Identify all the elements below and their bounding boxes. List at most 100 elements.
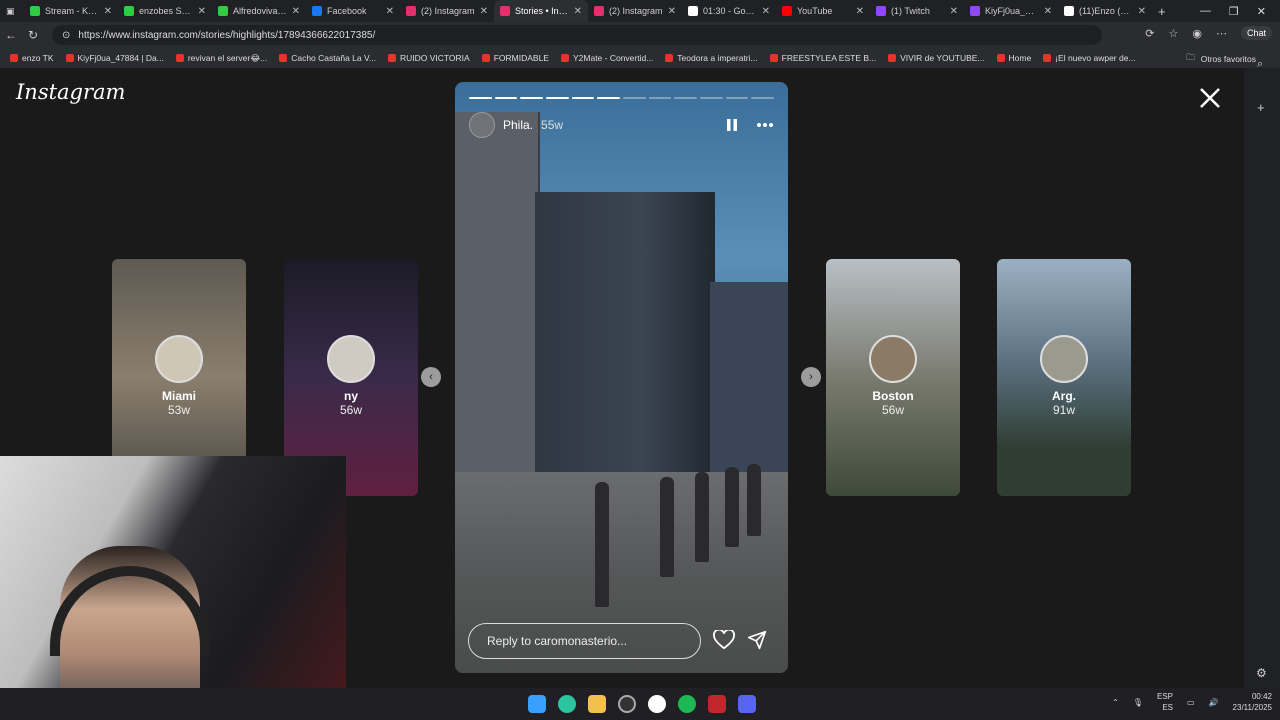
heart-icon[interactable] bbox=[713, 630, 735, 650]
highlight-card[interactable]: Boston 56w bbox=[826, 259, 960, 496]
close-tab-icon[interactable]: ✕ bbox=[292, 6, 300, 17]
close-tab-icon[interactable]: ✕ bbox=[1044, 6, 1052, 17]
avatar[interactable] bbox=[469, 112, 495, 138]
browser-tab[interactable]: (11)Enzo (@er ✕ bbox=[1058, 0, 1152, 22]
favorites-icon[interactable]: ☆ bbox=[1169, 27, 1179, 40]
discord-icon[interactable] bbox=[738, 695, 756, 713]
other-favorites-link[interactable]: Otros favoritos bbox=[1201, 54, 1256, 64]
bookmark-favicon-icon bbox=[888, 54, 897, 62]
network-icon[interactable]: ▭ bbox=[1187, 698, 1195, 707]
story-progress-bar bbox=[469, 97, 775, 99]
spotify-icon[interactable] bbox=[678, 695, 696, 713]
story-media[interactable]: Phila. 55w Reply to caromonasterio... bbox=[455, 82, 788, 673]
tab-favicon-icon bbox=[594, 6, 604, 16]
maximize-icon[interactable]: ❐ bbox=[1229, 5, 1239, 18]
url-text: https://www.instagram.com/stories/highli… bbox=[78, 29, 376, 41]
volume-icon[interactable]: 🔊 bbox=[1209, 698, 1219, 707]
browser-tab[interactable]: YouTube ✕ bbox=[776, 0, 870, 22]
clock-time[interactable]: 00:42 bbox=[1233, 691, 1272, 702]
tab-favicon-icon bbox=[218, 6, 228, 16]
language-top[interactable]: ESP bbox=[1157, 691, 1173, 702]
bookmark-item[interactable]: Y2Mate - Convertid... bbox=[555, 53, 659, 64]
next-story-button[interactable]: › bbox=[801, 367, 821, 387]
close-tab-icon[interactable]: ✕ bbox=[950, 6, 958, 17]
microphone-icon[interactable]: 🎙 bbox=[1133, 698, 1143, 707]
close-tab-icon[interactable]: ✕ bbox=[856, 6, 864, 17]
new-tab-button[interactable]: + bbox=[1152, 0, 1176, 22]
more-menu-icon[interactable]: ⋯ bbox=[1216, 27, 1227, 40]
close-tab-icon[interactable]: ✕ bbox=[480, 6, 488, 17]
bookmark-item[interactable]: KiyFj0ua_47884 | Da... bbox=[60, 53, 170, 64]
highlight-name: Arg. bbox=[1052, 389, 1076, 403]
bookmark-favicon-icon bbox=[1043, 54, 1052, 62]
bookmark-item[interactable]: VIVIR de YOUTUBE... bbox=[882, 53, 990, 64]
more-options-icon[interactable] bbox=[756, 122, 774, 128]
close-tab-icon[interactable]: ✕ bbox=[762, 6, 770, 17]
reply-input[interactable]: Reply to caromonasterio... bbox=[468, 623, 701, 659]
settings-icon[interactable]: ⚙ bbox=[1256, 666, 1267, 680]
close-tab-icon[interactable]: ✕ bbox=[198, 6, 206, 17]
browser-menu-icon[interactable]: ▣ bbox=[0, 0, 24, 22]
bookmark-item[interactable]: enzo TK bbox=[4, 53, 60, 64]
close-tab-icon[interactable]: ✕ bbox=[1138, 6, 1146, 17]
url-field[interactable]: ⊙ https://www.instagram.com/stories/high… bbox=[52, 25, 1102, 45]
search-icon[interactable]: ⌕ bbox=[1257, 58, 1263, 71]
profile-icon[interactable]: ◉ bbox=[1192, 27, 1202, 40]
bookmark-item[interactable]: ¡El nuevo awper de... bbox=[1037, 53, 1141, 64]
browser-tab[interactable]: (2) Instagram ✕ bbox=[400, 0, 494, 22]
bookmark-label: ¡El nuevo awper de... bbox=[1055, 53, 1136, 63]
browser-tab[interactable]: Stream - Kick ✕ bbox=[24, 0, 118, 22]
add-icon[interactable]: + bbox=[1257, 100, 1265, 115]
file-explorer-icon[interactable] bbox=[588, 695, 606, 713]
chevron-up-icon[interactable]: ⌃ bbox=[1112, 698, 1119, 707]
bookmark-label: Cacho Castaña La V... bbox=[291, 53, 376, 63]
edge-icon[interactable] bbox=[558, 695, 576, 713]
browser-tab[interactable]: (2) Instagram ✕ bbox=[588, 0, 682, 22]
app-icon[interactable] bbox=[648, 695, 666, 713]
close-tab-icon[interactable]: ✕ bbox=[574, 6, 582, 17]
browser-tab[interactable]: (1) Twitch ✕ bbox=[870, 0, 964, 22]
clock-date: 23/11/2025 bbox=[1232, 703, 1272, 712]
browser-tab[interactable]: Alfredovivas1 ✕ bbox=[212, 0, 306, 22]
instagram-logo[interactable]: Instagram bbox=[16, 80, 125, 104]
bookmark-label: FREESTYLEA ESTE B... bbox=[781, 53, 877, 63]
obs-icon[interactable] bbox=[618, 695, 636, 713]
bookmark-item[interactable]: Cacho Castaña La V... bbox=[273, 53, 382, 64]
bookmark-item[interactable]: FORMIDABLE bbox=[476, 53, 555, 64]
site-info-icon[interactable]: ⊙ bbox=[62, 30, 70, 41]
recorder-icon[interactable] bbox=[708, 695, 726, 713]
tab-title: Alfredovivas1 bbox=[233, 6, 287, 16]
bookmark-item[interactable]: revivan el server😂... bbox=[170, 53, 273, 64]
back-icon[interactable]: ← bbox=[0, 28, 22, 42]
browser-tab[interactable]: enzobes Stream ✕ bbox=[118, 0, 212, 22]
highlight-thumbnail bbox=[155, 335, 203, 383]
progress-segment bbox=[725, 97, 749, 99]
highlight-card[interactable]: Arg. 91w bbox=[997, 259, 1131, 496]
close-icon[interactable] bbox=[1198, 86, 1222, 110]
extensions-icon[interactable]: ⟳ bbox=[1145, 27, 1154, 40]
start-icon[interactable] bbox=[528, 695, 546, 713]
highlight-time: 91w bbox=[1052, 403, 1075, 417]
browser-tab[interactable]: 01:30 - Google ✕ bbox=[682, 0, 776, 22]
browser-tab[interactable]: Facebook ✕ bbox=[306, 0, 400, 22]
story-username[interactable]: Phila. bbox=[503, 118, 533, 132]
pause-icon[interactable] bbox=[726, 118, 738, 132]
close-tab-icon[interactable]: ✕ bbox=[386, 6, 394, 17]
browser-tab[interactable]: KiyFj0ua_4788 ✕ bbox=[964, 0, 1058, 22]
story-time: 55w bbox=[541, 118, 564, 132]
previous-story-button[interactable]: ‹ bbox=[421, 367, 441, 387]
browser-tab[interactable]: Stories • Instag ✕ bbox=[494, 0, 588, 22]
copilot-chat-button[interactable]: Chat bbox=[1240, 26, 1272, 40]
folder-icon: 🗀 bbox=[1186, 52, 1195, 62]
send-icon[interactable] bbox=[747, 630, 767, 650]
bookmark-item[interactable]: FREESTYLEA ESTE B... bbox=[764, 53, 882, 64]
minimize-icon[interactable]: — bbox=[1200, 5, 1211, 17]
reply-placeholder: Reply to caromonasterio... bbox=[487, 634, 628, 648]
bookmark-item[interactable]: RUIDO VICTORIA bbox=[382, 53, 476, 64]
bookmark-item[interactable]: Home bbox=[991, 53, 1038, 64]
close-window-icon[interactable]: ✕ bbox=[1257, 5, 1266, 18]
close-tab-icon[interactable]: ✕ bbox=[104, 6, 112, 17]
bookmark-item[interactable]: Teodora a imperatri... bbox=[659, 53, 763, 64]
close-tab-icon[interactable]: ✕ bbox=[668, 6, 676, 17]
reload-icon[interactable]: ↻ bbox=[22, 28, 44, 42]
